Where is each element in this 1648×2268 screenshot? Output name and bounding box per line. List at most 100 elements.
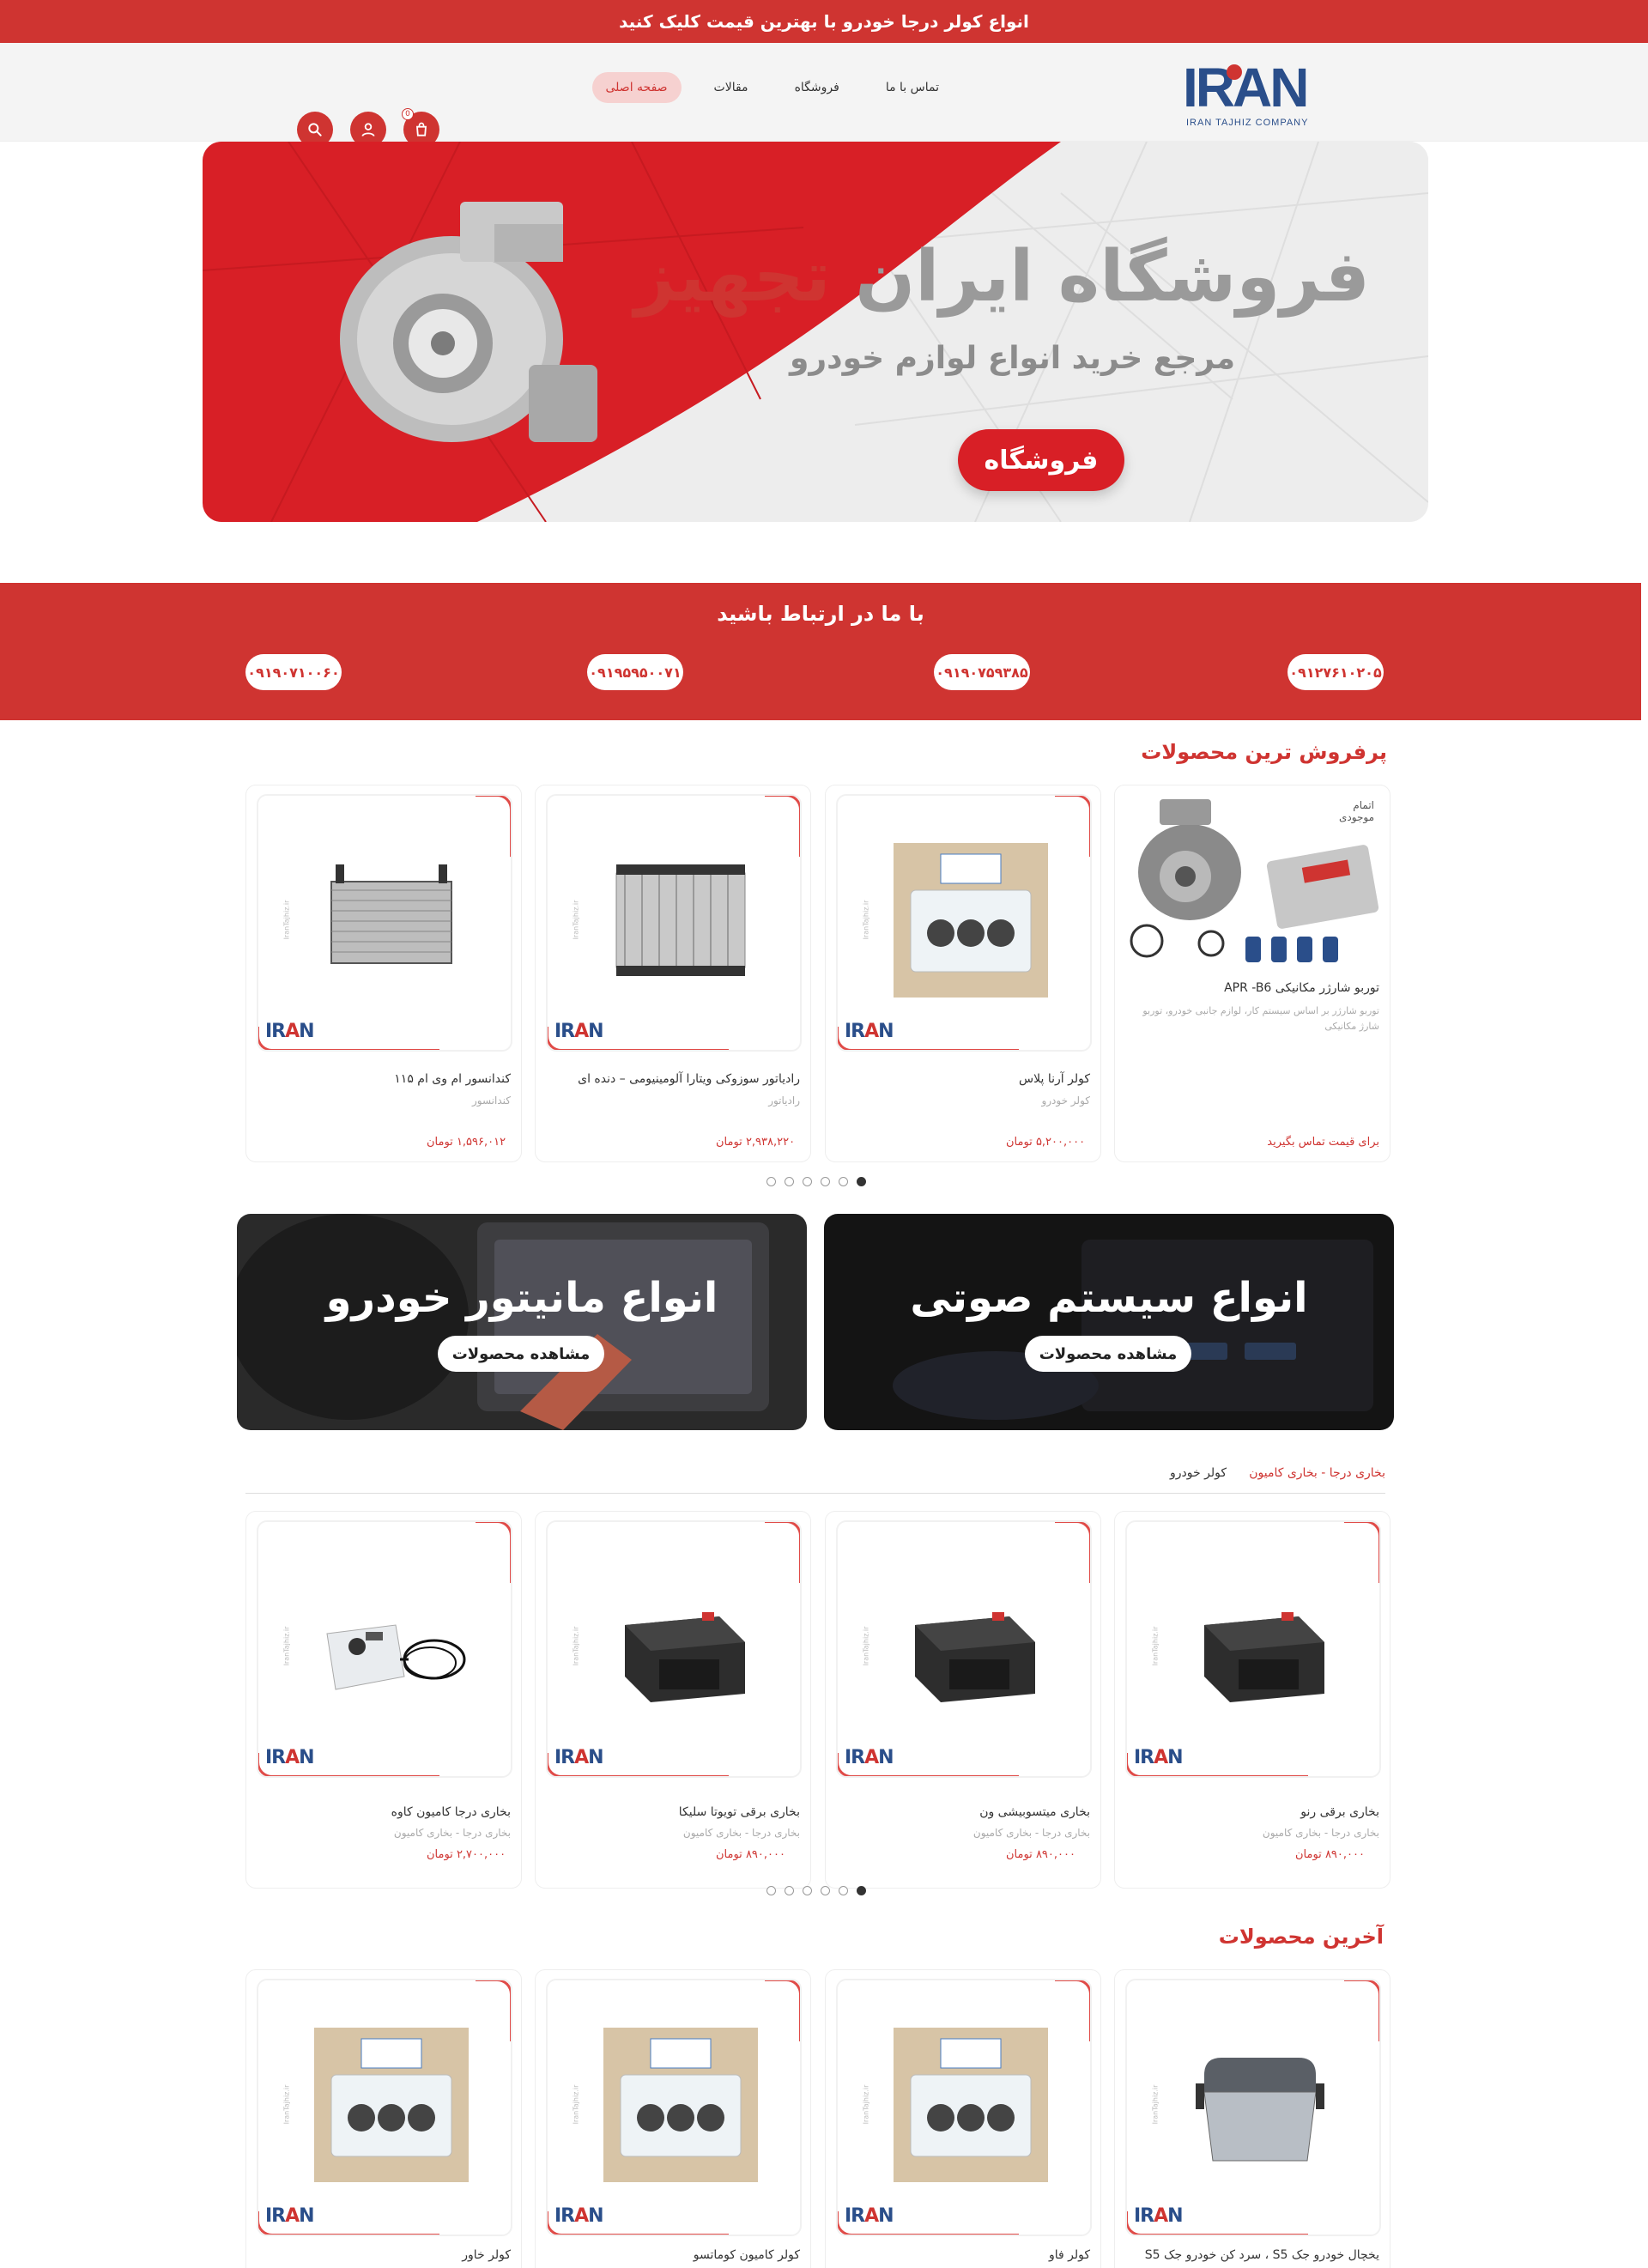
product-image-frame: IranTajhiz.ir IRAN [546,1979,802,2236]
latest-title: آخرین محصولات [1218,1925,1384,1949]
hero-title: فروشگاه ایران تجهیز [634,236,1370,318]
product-category[interactable]: کندانسور [472,1095,511,1107]
pagination-dot[interactable] [821,1177,830,1186]
product-image-frame: IranTajhiz.ir IRAN [836,1979,1092,2236]
product-name[interactable]: بخاری درجا کامیون کاوه [391,1805,511,1819]
product-name[interactable]: کولر خاور [462,2248,511,2262]
product-image-frame: IranTajhiz.ir IRAN [546,794,802,1052]
product-card[interactable]: IranTajhiz.ir IRAN کولر آرنا پلاس کولر خ… [825,785,1101,1162]
product-card[interactable]: IranTajhiz.ir IRAN رادیاتور سوزوکی ویتار… [535,785,811,1162]
audio-system-banner[interactable]: انواع سیستم صوتی مشاهده محصولات [824,1214,1394,1430]
product-card[interactable]: IranTajhiz.ir IRAN بخاری برقی رنو بخاری … [1114,1511,1390,1889]
product-name[interactable]: توربو شارژر مکانیکی APR -B6 [1224,981,1379,995]
product-category[interactable]: بخاری درجا - بخاری کامیون [973,1827,1090,1839]
product-name[interactable]: بخاری برقی رنو [1300,1805,1379,1819]
product-image-frame: IranTajhiz.ir IRAN [836,794,1092,1052]
pagination-dot-active[interactable] [857,1886,866,1895]
product-price: ۸۹۰,۰۰۰ تومان [716,1848,785,1861]
watermark: IranTajhiz.ir [862,2084,870,2125]
product-category[interactable]: رادیاتور [768,1095,800,1107]
card-logo: IRAN [1134,2205,1184,2227]
watermark: IranTajhiz.ir [1151,1626,1160,1666]
product-image-frame: IranTajhiz.ir IRAN [836,1520,1092,1778]
product-image [915,1612,1035,1702]
promo-bar[interactable]: انواع کولر درجا خودرو با بهترین قیمت کلی… [0,0,1648,43]
pagination-dot[interactable] [839,1177,848,1186]
product-name[interactable]: کولر کامیون کوماتسو [694,2248,800,2262]
product-card[interactable]: IranTajhiz.ir IRAN کولر خاور [245,1969,522,2268]
product-category[interactable]: بخاری درجا - بخاری کامیون [683,1827,800,1839]
card-logo: IRAN [554,2205,604,2227]
pagination-dot[interactable] [803,1177,812,1186]
bestsellers-title: پرفروش ترین محصولات [1141,740,1387,764]
product-name[interactable]: یخچال خودرو جک S5 ، سرد کن خودرو جک S5 [1145,2248,1379,2262]
product-image [326,1624,466,1690]
card-logo: IRAN [265,1747,315,1768]
product-price: ۸۹۰,۰۰۰ تومان [1006,1848,1075,1861]
tab-heaters[interactable]: بخاری درجا - بخاری کامیون [1249,1466,1385,1480]
product-image [1196,2058,1324,2162]
product-category[interactable]: کولر خودرو [1041,1095,1090,1107]
phone-button-3[interactable]: ۰۹۱۹۵۹۵۰۰۷۱ [587,654,683,690]
phone-button-4[interactable]: ۰۹۱۹۰۷۱۰۰۶۰ [245,654,342,690]
product-image [615,864,746,976]
product-card[interactable]: IranTajhiz.ir IRAN کولر فاو [825,1969,1101,2268]
site-header: IRAN IRAN TAJHIZ COMPANY صفحه اصلی مقالا… [0,43,1648,148]
tab-car-cooler[interactable]: کولر خودرو [1170,1466,1227,1480]
product-category[interactable]: بخاری درجا - بخاری کامیون [394,1827,511,1839]
product-image [894,843,1048,998]
card-logo: IRAN [845,1747,894,1768]
product-name[interactable]: بخاری میتسوبیشی ون [979,1805,1090,1819]
product-image-frame: IranTajhiz.ir IRAN [257,1979,512,2236]
product-image-frame: IranTajhiz.ir IRAN [1125,1979,1381,2236]
product-card[interactable]: IranTajhiz.ir IRAN یخچال خودرو جک S5 ، س… [1114,1969,1390,2268]
product-name[interactable]: کندانسور ام وی ام ۱۱۵ [394,1072,511,1086]
phone-button-1[interactable]: ۰۹۱۲۷۶۱۰۲۰۵ [1288,654,1384,690]
phone-button-2[interactable]: ۰۹۱۹۰۷۵۹۳۸۵ [934,654,1030,690]
car-monitor-banner[interactable]: انواع مانیتور خودرو مشاهده محصولات [237,1214,807,1430]
banner-background [824,1214,1394,1430]
nav-shop[interactable]: فروشگاه [781,72,853,103]
product-name[interactable]: بخاری برقی تویوتا سلیکا [679,1805,800,1819]
pagination-dot[interactable] [785,1886,794,1895]
nav-home[interactable]: صفحه اصلی [591,72,682,103]
product-card[interactable]: اتمام موجودی توربو شارژر مکانیکی APR -B6… [1114,785,1390,1162]
product-name[interactable]: کولر فاو [1049,2248,1090,2262]
cart-icon [416,122,427,136]
product-card[interactable]: IranTajhiz.ir IRAN کندانسور ام وی ام ۱۱۵… [245,785,522,1162]
card-logo: IRAN [845,2205,894,2227]
nav-contact[interactable]: تماس با ما [872,72,953,103]
product-card[interactable]: IranTajhiz.ir IRAN کولر کامیون کوماتسو [535,1969,811,2268]
product-card[interactable]: IranTajhiz.ir IRAN بخاری برقی تویوتا سلی… [535,1511,811,1889]
search-icon [308,123,322,136]
pagination-dot-active[interactable] [857,1177,866,1186]
product-image [603,2028,758,2182]
watermark: IranTajhiz.ir [282,2084,291,2125]
logo-graphic: IRAN IRAN TAJHIZ COMPANY [1183,57,1309,128]
category-tabs: بخاری درجا - بخاری کامیون کولر خودرو [245,1459,1385,1494]
hero-subtitle: مرجع خرید انواع لوازم خودرو [790,341,1235,376]
nav-articles[interactable]: مقالات [700,72,762,103]
pagination-dot[interactable] [766,1886,776,1895]
hero-title-highlight: تجهیز [634,236,831,318]
pagination-dot[interactable] [821,1886,830,1895]
pagination-dot[interactable] [766,1177,776,1186]
hero-banner[interactable]: فروشگاه ایران تجهیز مرجع خرید انواع لواز… [203,142,1428,522]
pagination-dot[interactable] [785,1177,794,1186]
view-products-button[interactable]: مشاهده محصولات [438,1336,604,1372]
product-name[interactable]: رادیاتور سوزوکی ویتارا آلومینیومی – دنده… [578,1072,800,1086]
site-logo[interactable]: IRAN IRAN TAJHIZ COMPANY [1183,57,1330,129]
view-products-button[interactable]: مشاهده محصولات [1025,1336,1191,1372]
promo-text[interactable]: انواع کولر درجا خودرو با بهترین قیمت کلی… [619,11,1029,32]
heaters-pagination [766,1886,866,1895]
product-card[interactable]: IranTajhiz.ir IRAN بخاری میتسوبیشی ون بخ… [825,1511,1101,1889]
product-card[interactable]: IranTajhiz.ir IRAN بخاری درجا کامیون کاو… [245,1511,522,1889]
banner-title: انواع مانیتور خودرو [325,1274,718,1322]
product-name[interactable]: کولر آرنا پلاس [1019,1072,1090,1086]
watermark: IranTajhiz.ir [862,1626,870,1666]
pagination-dot[interactable] [839,1886,848,1895]
hero-shop-button[interactable]: فروشگاه [958,429,1124,491]
product-category[interactable]: بخاری درجا - بخاری کامیون [1263,1827,1379,1839]
pagination-dot[interactable] [803,1886,812,1895]
contact-title: با ما در ارتباط باشید [717,602,924,626]
